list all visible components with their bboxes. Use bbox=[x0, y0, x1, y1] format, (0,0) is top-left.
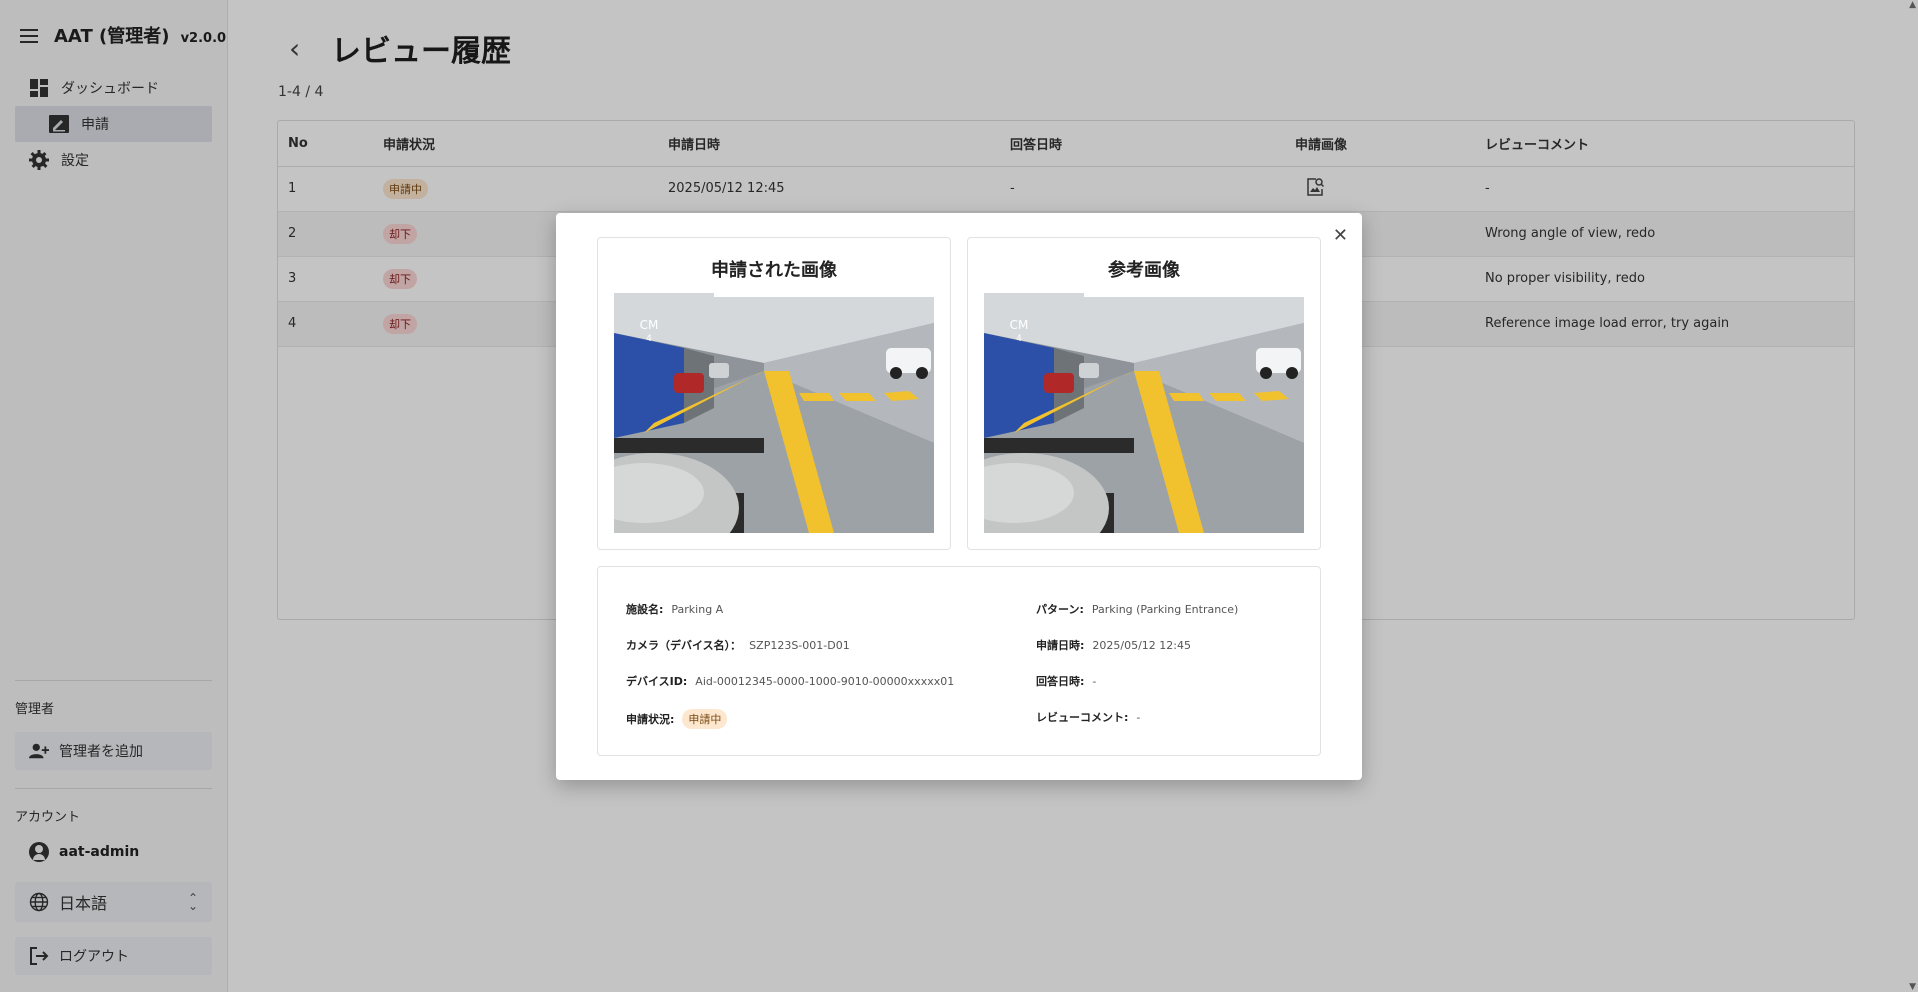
camera-value: SZP123S-001-D01 bbox=[749, 638, 850, 652]
device-label: デバイスID: bbox=[626, 675, 688, 688]
application-info-card: 施設名: Parking A カメラ（デバイス名）： SZP123S-001-D… bbox=[597, 566, 1321, 756]
facility-row: 施設名: Parking A bbox=[626, 601, 723, 617]
device-row: デバイスID: Aid-00012345-0000-1000-9010-0000… bbox=[626, 673, 954, 689]
comment-label: レビューコメント: bbox=[1036, 711, 1129, 724]
scroll-up-arrow[interactable]: ▲ bbox=[1909, 0, 1916, 10]
submitted-image-title: 申請された画像 bbox=[711, 260, 837, 281]
comment-row: レビューコメント: - bbox=[1036, 709, 1140, 725]
close-icon[interactable]: ✕ bbox=[1333, 225, 1348, 246]
status-badge: 申請中 bbox=[682, 709, 728, 729]
reference-image: CM 4 bbox=[984, 293, 1304, 533]
answered-value: - bbox=[1092, 674, 1097, 688]
answered-row: 回答日時: - bbox=[1036, 673, 1096, 689]
facility-label: 施設名: bbox=[626, 603, 664, 616]
image-detail-modal: ✕ 申請された画像 CM 4 参考画像 CM 4 施設名: Parking A … bbox=[556, 213, 1362, 780]
camera-row: カメラ（デバイス名）： SZP123S-001-D01 bbox=[626, 637, 850, 653]
device-value: Aid-00012345-0000-1000-9010-00000xxxxx01 bbox=[695, 674, 955, 688]
sign-label: CM bbox=[640, 318, 659, 332]
pattern-label: パターン: bbox=[1036, 603, 1084, 616]
comment-value: - bbox=[1136, 710, 1141, 724]
applied-row: 申請日時: 2025/05/12 12:45 bbox=[1036, 637, 1191, 653]
submitted-image-card: 申請された画像 CM 4 bbox=[597, 237, 951, 550]
sign-number: 4 bbox=[646, 334, 652, 344]
pattern-row: パターン: Parking (Parking Entrance) bbox=[1036, 601, 1238, 617]
applied-value: 2025/05/12 12:45 bbox=[1092, 638, 1192, 652]
status-label: 申請状況: bbox=[626, 713, 675, 726]
facility-value: Parking A bbox=[671, 602, 724, 616]
submitted-image: CM 4 bbox=[614, 293, 934, 533]
sign-number: 4 bbox=[1016, 334, 1022, 344]
status-row: 申請状況: 申請中 bbox=[626, 709, 728, 729]
answered-label: 回答日時: bbox=[1036, 675, 1085, 688]
camera-label: カメラ（デバイス名）： bbox=[626, 639, 742, 652]
applied-label: 申請日時: bbox=[1036, 639, 1085, 652]
scroll-down-arrow[interactable]: ▼ bbox=[1909, 982, 1916, 992]
pattern-value: Parking (Parking Entrance) bbox=[1091, 602, 1239, 616]
reference-image-card: 参考画像 CM 4 bbox=[967, 237, 1321, 550]
sign-label: CM bbox=[1010, 318, 1029, 332]
reference-image-title: 参考画像 bbox=[1108, 260, 1180, 281]
